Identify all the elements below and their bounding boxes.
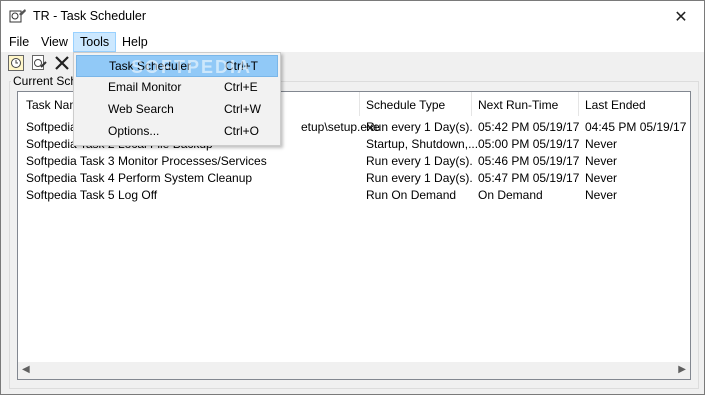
table-row[interactable]: Softpedia Task 4 Perform System Cleanup … bbox=[18, 170, 690, 187]
menu-item-label: Email Monitor bbox=[108, 80, 182, 94]
menu-file[interactable]: File bbox=[3, 33, 35, 51]
app-icon bbox=[9, 9, 26, 23]
task-next-run: 05:47 PM 05/19/17 bbox=[478, 171, 580, 185]
delete-task-icon[interactable] bbox=[53, 54, 71, 72]
menu-item-shortcut: Ctrl+O bbox=[224, 124, 260, 138]
main-window: TR - Task Scheduler ✕ File View Tools He… bbox=[0, 0, 705, 395]
table-row[interactable]: Softpedia Task 5 Log Off Run On Demand O… bbox=[18, 187, 690, 204]
task-next-run: On Demand bbox=[478, 188, 543, 202]
scroll-left-icon[interactable]: ◀ bbox=[22, 364, 30, 375]
task-last-ended: Never bbox=[585, 154, 618, 168]
scroll-right-icon[interactable]: ▶ bbox=[678, 364, 686, 375]
task-schedule: Run every 1 Day(s). bbox=[366, 120, 473, 134]
header-schedule-type[interactable]: Schedule Type bbox=[366, 98, 445, 112]
task-last-ended: Never bbox=[585, 171, 618, 185]
edit-task-icon[interactable] bbox=[30, 54, 48, 72]
close-button[interactable]: ✕ bbox=[658, 1, 704, 32]
menu-item-shortcut: Ctrl+W bbox=[224, 102, 261, 116]
menu-view[interactable]: View bbox=[35, 33, 74, 51]
new-task-icon[interactable] bbox=[7, 54, 25, 72]
menu-bar: File View Tools Help bbox=[1, 32, 704, 52]
task-schedule: Run every 1 Day(s). bbox=[366, 171, 473, 185]
watermark: SOFTPEDIA bbox=[131, 57, 253, 77]
window-title: TR - Task Scheduler bbox=[33, 9, 147, 23]
header-last-ended[interactable]: Last Ended bbox=[585, 98, 646, 112]
header-task-name[interactable]: Task Nam bbox=[26, 98, 79, 112]
menu-help[interactable]: Help bbox=[116, 33, 154, 51]
task-schedule: Run every 1 Day(s). bbox=[366, 154, 473, 168]
header-next-run-time[interactable]: Next Run-Time bbox=[478, 98, 558, 112]
task-name: Softpedia Task 3 bbox=[26, 154, 115, 168]
menu-item-label: Options... bbox=[108, 124, 160, 138]
menu-item-options[interactable]: Options... Ctrl+O bbox=[76, 121, 276, 141]
task-name: Softpedia Task 4 bbox=[26, 171, 115, 185]
task-name: Softpedia Task 5 bbox=[26, 188, 115, 202]
task-next-run: 05:46 PM 05/19/17 bbox=[478, 154, 580, 168]
menu-item-web-search[interactable]: Web Search Ctrl+W bbox=[76, 99, 276, 119]
task-next-run: 05:00 PM 05/19/17 bbox=[478, 137, 580, 151]
task-next-run: 05:42 PM 05/19/17 bbox=[478, 120, 580, 134]
task-schedule: Startup, Shutdown,... bbox=[366, 137, 479, 151]
task-command: Log Off bbox=[118, 188, 158, 202]
task-command: Monitor Processes/Services bbox=[118, 154, 267, 168]
title-bar: TR - Task Scheduler ✕ bbox=[1, 1, 704, 32]
task-schedule: Run On Demand bbox=[366, 188, 457, 202]
horizontal-scrollbar[interactable]: ◀ ▶ bbox=[18, 362, 690, 379]
menu-tools[interactable]: Tools bbox=[73, 32, 117, 52]
menu-item-email-monitor[interactable]: Email Monitor Ctrl+E bbox=[76, 77, 276, 97]
table-row[interactable]: Softpedia Task 3 Monitor Processes/Servi… bbox=[18, 153, 690, 170]
task-command: Perform System Cleanup bbox=[118, 171, 253, 185]
close-icon: ✕ bbox=[674, 8, 688, 26]
menu-item-shortcut: Ctrl+E bbox=[224, 80, 258, 94]
task-last-ended: 04:45 PM 05/19/17 bbox=[585, 120, 687, 134]
task-last-ended: Never bbox=[585, 188, 618, 202]
menu-item-label: Web Search bbox=[108, 102, 174, 116]
task-last-ended: Never bbox=[585, 137, 618, 151]
